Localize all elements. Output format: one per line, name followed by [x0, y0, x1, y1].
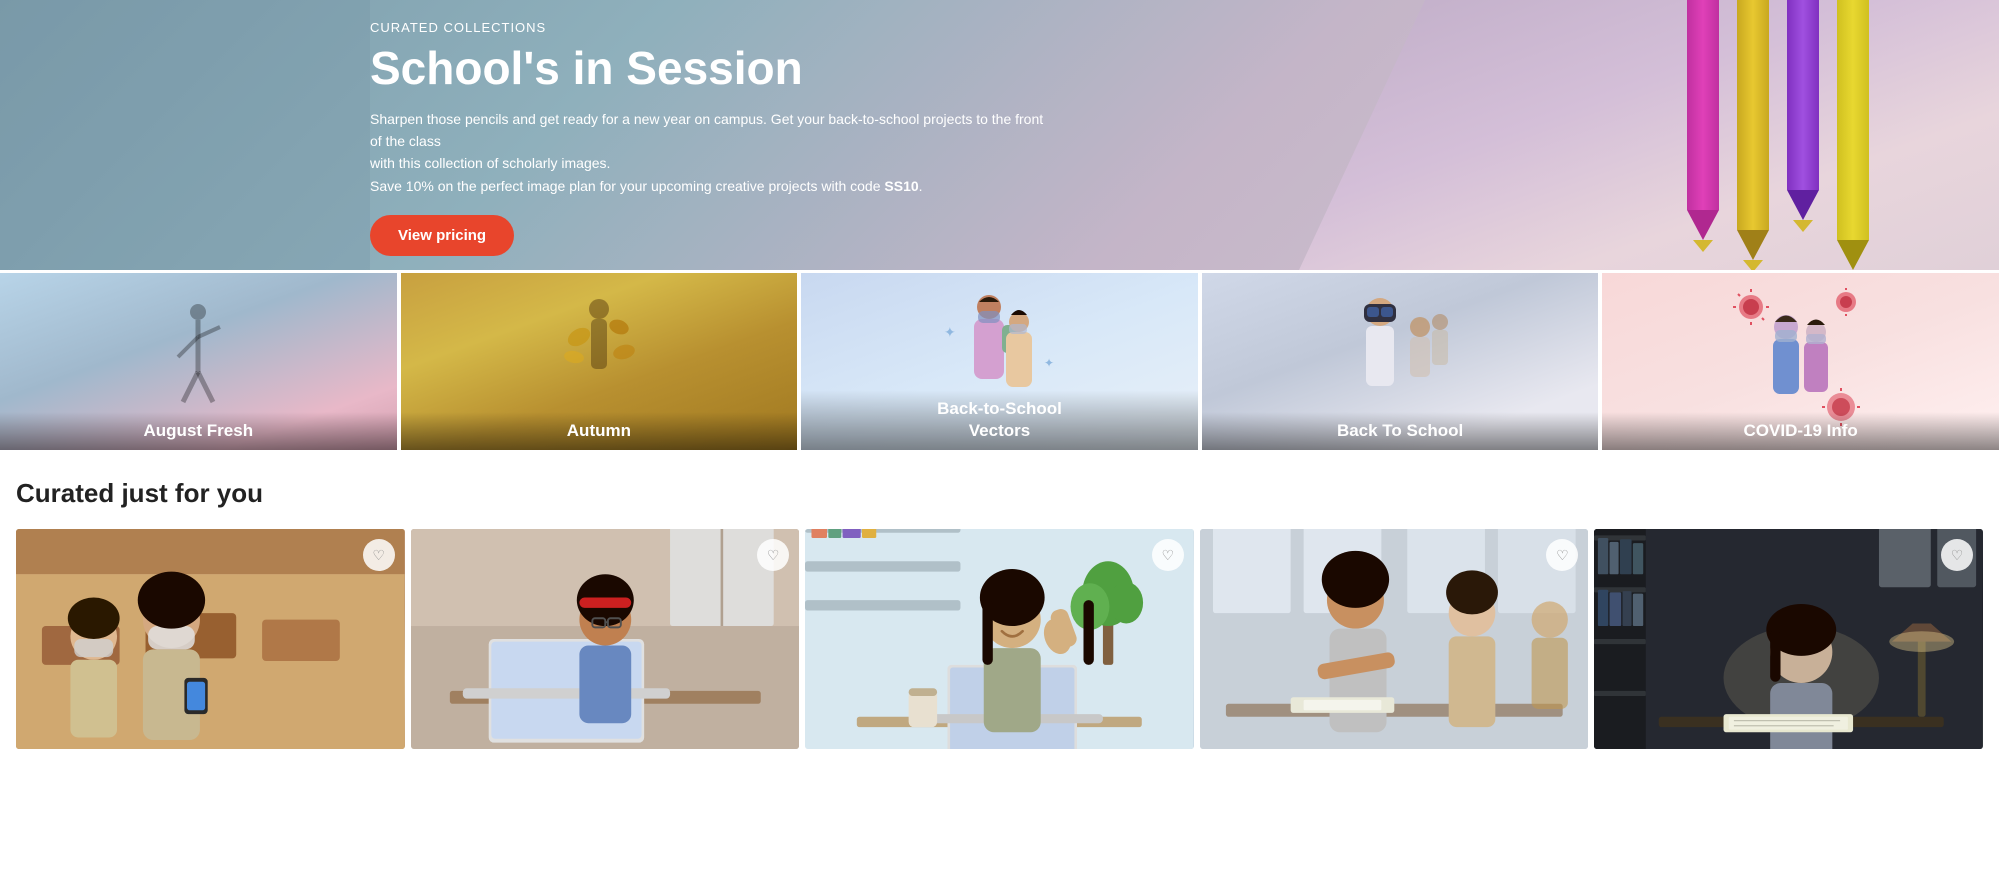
photo3-illustration — [805, 529, 1194, 749]
august-illustration — [158, 302, 238, 422]
svg-text:✦: ✦ — [1044, 356, 1054, 370]
curated-grid: ♡ — [16, 529, 1983, 749]
collection-item-vectors[interactable]: ✦ ✦ Back-to-SchoolVectors — [801, 273, 1202, 450]
collection-label-backtoschool: Back To School — [1202, 412, 1599, 450]
collection-label-august: August Fresh — [0, 412, 397, 450]
favorite-button-2[interactable]: ♡ — [757, 539, 789, 571]
collection-item-autumn[interactable]: Autumn — [401, 273, 802, 450]
hero-content: CURATED COLLECTIONS School's in Session … — [370, 20, 1050, 256]
heart-icon-1: ♡ — [372, 547, 385, 564]
curated-bg-4 — [1200, 529, 1589, 749]
hero-banner: CURATED COLLECTIONS School's in Session … — [0, 0, 1999, 270]
hero-pencil-decoration — [1299, 0, 1999, 270]
backtoschool-illustration — [1340, 292, 1460, 432]
hero-left-overlay — [0, 0, 370, 270]
curated-bg-2 — [411, 529, 800, 749]
photo5-illustration — [1594, 529, 1983, 749]
curated-item-4[interactable]: ♡ — [1200, 529, 1589, 749]
curated-item-3[interactable]: ♡ — [805, 529, 1194, 749]
curated-bg-5 — [1594, 529, 1983, 749]
hero-description: Sharpen those pencils and get ready for … — [370, 108, 1050, 198]
collection-label-autumn: Autumn — [401, 412, 798, 450]
curated-section-title: Curated just for you — [16, 478, 1983, 509]
view-pricing-button[interactable]: View pricing — [370, 215, 514, 256]
collection-item-august-fresh[interactable]: August Fresh — [0, 273, 401, 450]
curated-section: Curated just for you — [0, 450, 1999, 769]
heart-icon-2: ♡ — [767, 547, 780, 564]
collection-item-backtoschool[interactable]: Back To School — [1202, 273, 1603, 450]
heart-icon-5: ♡ — [1951, 547, 1964, 564]
curated-bg-1 — [16, 529, 405, 749]
hero-title: School's in Session — [370, 43, 1050, 94]
hero-subtitle: CURATED COLLECTIONS — [370, 20, 1050, 35]
autumn-illustration — [559, 297, 639, 427]
collection-item-covid[interactable]: COVID-19 Info — [1602, 273, 1999, 450]
collections-row: August Fresh Autumn — [0, 270, 1999, 450]
favorite-button-5[interactable]: ♡ — [1941, 539, 1973, 571]
favorite-button-3[interactable]: ♡ — [1152, 539, 1184, 571]
photo1-illustration — [16, 529, 405, 749]
curated-item-2[interactable]: ♡ — [411, 529, 800, 749]
heart-icon-4: ♡ — [1556, 547, 1569, 564]
collection-label-vectors: Back-to-SchoolVectors — [801, 390, 1198, 450]
collection-label-covid: COVID-19 Info — [1602, 412, 1999, 450]
curated-bg-3 — [805, 529, 1194, 749]
svg-text:✦: ✦ — [944, 324, 956, 340]
curated-item-1[interactable]: ♡ — [16, 529, 405, 749]
photo2-illustration — [411, 529, 800, 749]
heart-icon-3: ♡ — [1162, 547, 1175, 564]
curated-item-5[interactable]: ♡ — [1594, 529, 1983, 749]
photo4-illustration — [1200, 529, 1589, 749]
favorite-button-1[interactable]: ♡ — [363, 539, 395, 571]
